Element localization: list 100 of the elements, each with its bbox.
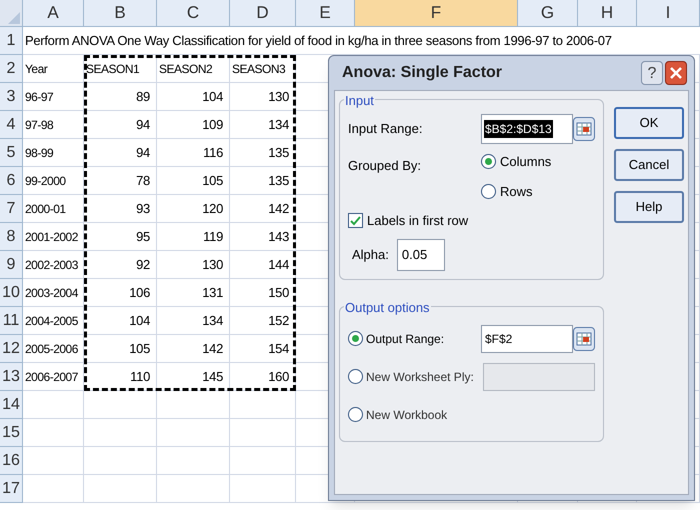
- checkbox[interactable]: [348, 213, 363, 228]
- table-cell[interactable]: 130: [230, 83, 296, 111]
- table-cell[interactable]: 134: [230, 111, 296, 139]
- input-range-field[interactable]: $B$2:$D$13: [481, 114, 573, 144]
- table-cell[interactable]: 95: [84, 223, 157, 251]
- column-header[interactable]: C: [157, 0, 230, 27]
- row-header[interactable]: 11: [0, 307, 23, 335]
- table-cell[interactable]: 142: [157, 335, 230, 363]
- table-cell[interactable]: 152: [230, 307, 296, 335]
- table-cell[interactable]: 135: [230, 167, 296, 195]
- table-cell[interactable]: 2004-2005: [23, 307, 84, 335]
- grid-cell[interactable]: [230, 475, 296, 503]
- row-header[interactable]: 16: [0, 447, 23, 475]
- table-cell[interactable]: Year: [23, 55, 84, 83]
- dialog-button[interactable]: OK: [614, 107, 684, 139]
- help-button[interactable]: ?: [641, 61, 663, 85]
- radio-button[interactable]: [348, 331, 363, 346]
- row-header[interactable]: 7: [0, 195, 23, 223]
- table-cell[interactable]: 2006-2007: [23, 363, 84, 391]
- dialog-button[interactable]: Cancel: [614, 149, 684, 181]
- grid-cell[interactable]: [230, 447, 296, 475]
- grid-cell[interactable]: [157, 475, 230, 503]
- column-header[interactable]: I: [637, 0, 700, 27]
- column-header[interactable]: E: [296, 0, 355, 27]
- table-cell[interactable]: 135: [230, 139, 296, 167]
- table-cell[interactable]: 105: [84, 335, 157, 363]
- option-label[interactable]: New Workbook: [366, 406, 448, 424]
- table-cell[interactable]: 2000-01: [23, 195, 84, 223]
- table-cell[interactable]: SEASON1: [84, 55, 157, 83]
- column-header[interactable]: D: [230, 0, 296, 27]
- table-cell[interactable]: 144: [230, 251, 296, 279]
- radio-button[interactable]: [348, 407, 363, 422]
- checkbox-label[interactable]: Labels in first row: [367, 211, 468, 230]
- grid-cell[interactable]: [23, 419, 84, 447]
- range-picker-button[interactable]: [573, 326, 595, 350]
- alpha-field[interactable]: 0.05: [396, 238, 445, 270]
- grid-cell[interactable]: [157, 447, 230, 475]
- column-header[interactable]: F: [355, 0, 518, 27]
- row-header[interactable]: 2: [0, 55, 23, 83]
- table-cell[interactable]: 2003-2004: [23, 279, 84, 307]
- grid-cell[interactable]: [230, 391, 296, 419]
- table-cell[interactable]: 92: [84, 251, 157, 279]
- table-cell[interactable]: 2002-2003: [23, 251, 84, 279]
- grid-cell[interactable]: [84, 447, 157, 475]
- grid-cell[interactable]: [84, 419, 157, 447]
- table-cell[interactable]: 131: [157, 279, 230, 307]
- table-cell[interactable]: 116: [157, 139, 230, 167]
- row-header[interactable]: 14: [0, 391, 23, 419]
- table-cell[interactable]: 2005-2006: [23, 335, 84, 363]
- table-cell[interactable]: 104: [157, 83, 230, 111]
- table-cell[interactable]: 97-98: [23, 111, 84, 139]
- grid-cell[interactable]: [157, 391, 230, 419]
- row-header[interactable]: 4: [0, 111, 23, 139]
- table-cell[interactable]: 2001-2002: [23, 223, 84, 251]
- table-cell[interactable]: 142: [230, 195, 296, 223]
- table-cell[interactable]: 154: [230, 335, 296, 363]
- row-header[interactable]: 13: [0, 363, 23, 391]
- row-header[interactable]: 9: [0, 251, 23, 279]
- table-cell[interactable]: 93: [84, 195, 157, 223]
- table-cell[interactable]: 94: [84, 111, 157, 139]
- range-picker-button[interactable]: [573, 117, 595, 141]
- table-cell[interactable]: 130: [157, 251, 230, 279]
- table-cell[interactable]: 150: [230, 279, 296, 307]
- table-cell[interactable]: 78: [84, 167, 157, 195]
- row-header[interactable]: 1: [0, 27, 23, 55]
- table-cell[interactable]: 134: [157, 307, 230, 335]
- grid-cell[interactable]: [230, 419, 296, 447]
- grid-cell[interactable]: [23, 475, 84, 503]
- column-header[interactable]: H: [578, 0, 637, 27]
- table-cell[interactable]: 119: [157, 223, 230, 251]
- table-cell[interactable]: 96-97: [23, 83, 84, 111]
- table-cell[interactable]: SEASON2: [157, 55, 230, 83]
- row-header[interactable]: 3: [0, 83, 23, 111]
- row-header[interactable]: 5: [0, 139, 23, 167]
- dialog-button[interactable]: Help: [614, 191, 684, 223]
- table-cell[interactable]: 94: [84, 139, 157, 167]
- table-cell[interactable]: 98-99: [23, 139, 84, 167]
- table-cell[interactable]: 160: [230, 363, 296, 391]
- table-cell[interactable]: 143: [230, 223, 296, 251]
- grid-cell[interactable]: [23, 447, 84, 475]
- output-range-field[interactable]: $F$2: [481, 324, 573, 352]
- table-cell[interactable]: 105: [157, 167, 230, 195]
- table-cell[interactable]: 110: [84, 363, 157, 391]
- table-cell[interactable]: 89: [84, 83, 157, 111]
- row-header[interactable]: 15: [0, 419, 23, 447]
- table-cell[interactable]: 145: [157, 363, 230, 391]
- option-label[interactable]: Output Range:: [366, 330, 444, 348]
- table-cell[interactable]: 120: [157, 195, 230, 223]
- table-cell[interactable]: 104: [84, 307, 157, 335]
- grid-cell[interactable]: [84, 475, 157, 503]
- column-header[interactable]: G: [518, 0, 578, 27]
- table-cell[interactable]: 99-2000: [23, 167, 84, 195]
- row-header[interactable]: 17: [0, 475, 23, 503]
- radio-button[interactable]: [348, 369, 363, 384]
- row-header[interactable]: 8: [0, 223, 23, 251]
- column-header[interactable]: A: [23, 0, 84, 27]
- close-button[interactable]: [665, 61, 687, 85]
- option-label[interactable]: Rows: [500, 182, 533, 201]
- row-header[interactable]: 10: [0, 279, 23, 307]
- radio-button[interactable]: [481, 154, 496, 170]
